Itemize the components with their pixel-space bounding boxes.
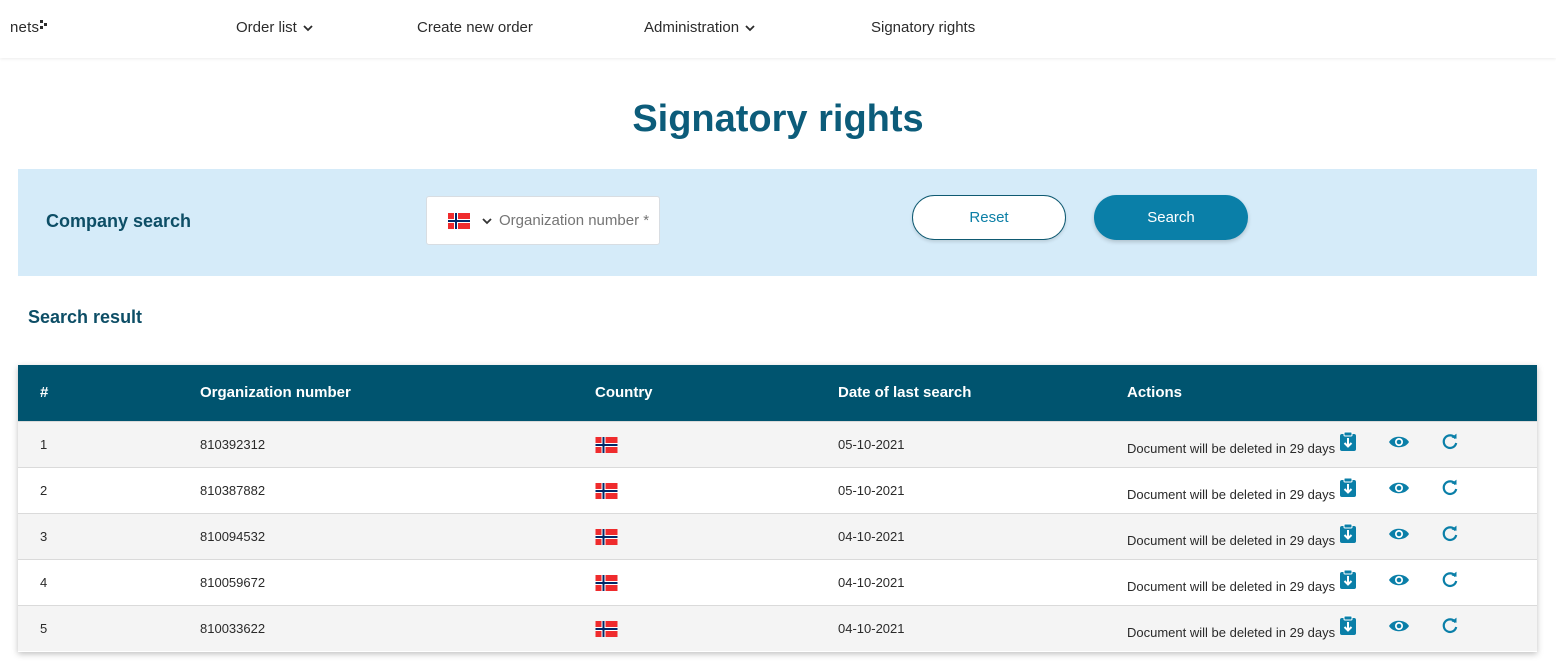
norway-flag-icon [595, 437, 618, 453]
nav-administration-label: Administration [644, 19, 740, 36]
row-organization-number: 810033622 [200, 621, 266, 636]
download-document-icon[interactable] [1339, 523, 1357, 544]
country-dropdown-chevron-icon[interactable] [481, 215, 493, 227]
row-document-status: Document will be deleted in 29 days [1127, 579, 1336, 594]
page-title: Signatory rights [632, 98, 924, 140]
row-number: 1 [40, 437, 48, 452]
row-country [595, 483, 618, 502]
norway-flag-icon [595, 529, 618, 545]
column-header-date: Date of last search [838, 384, 972, 401]
table-row: 5 810033622 04-10-2021 Document will be … [18, 605, 1537, 651]
table-row: 4 810059672 04-10-2021 Document will be … [18, 559, 1537, 605]
refresh-icon[interactable] [1441, 432, 1459, 450]
refresh-icon[interactable] [1441, 570, 1459, 588]
row-date-of-last-search: 04-10-2021 [838, 575, 905, 590]
search-result-label: Search result [28, 307, 143, 327]
table-row: 2 810387882 05-10-2021 Document will be … [18, 467, 1537, 513]
row-document-status: Document will be deleted in 29 days [1127, 533, 1336, 548]
row-country [595, 529, 618, 548]
nav-signatory-rights[interactable]: Signatory rights [871, 19, 975, 36]
company-search-label: Company search [46, 211, 192, 231]
column-header-number: # [40, 384, 49, 401]
row-document-status: Document will be deleted in 29 days [1127, 487, 1336, 502]
organization-number-input[interactable] [499, 212, 659, 229]
refresh-icon[interactable] [1441, 616, 1459, 634]
chevron-down-icon [303, 24, 313, 31]
row-document-status: Document will be deleted in 29 days [1127, 441, 1336, 456]
logo-dots-icon [40, 19, 48, 29]
company-search-panel: Company search Reset Search [18, 169, 1537, 276]
row-number: 3 [40, 529, 48, 544]
table-body: 1 810392312 05-10-2021 Document will be … [18, 421, 1537, 651]
view-eye-icon[interactable] [1388, 480, 1410, 496]
reset-button[interactable]: Reset [912, 195, 1066, 240]
nav-order-list[interactable]: Order list [236, 19, 314, 36]
download-document-icon[interactable] [1339, 431, 1357, 452]
nav-create-new-order-label: Create new order [417, 19, 533, 36]
column-header-organization-number: Organization number [200, 384, 351, 401]
refresh-icon[interactable] [1441, 478, 1459, 496]
table-row: 3 810094532 04-10-2021 Document will be … [18, 513, 1537, 559]
row-document-status: Document will be deleted in 29 days [1127, 625, 1336, 640]
view-eye-icon[interactable] [1388, 618, 1410, 634]
results-table: # Organization number Country Date of la… [18, 365, 1537, 652]
row-organization-number: 810094532 [200, 529, 266, 544]
row-organization-number: 810387882 [200, 483, 266, 498]
column-header-country: Country [595, 384, 653, 401]
row-date-of-last-search: 05-10-2021 [838, 483, 905, 498]
row-organization-number: 810059672 [200, 575, 266, 590]
nav-order-list-label: Order list [236, 19, 297, 36]
row-country [595, 621, 618, 640]
logo-text: nets [10, 19, 40, 36]
view-eye-icon[interactable] [1388, 434, 1410, 450]
norway-flag-icon[interactable] [447, 212, 471, 229]
top-navigation: nets Order list Create new order Adminis… [0, 0, 1556, 58]
row-date-of-last-search: 04-10-2021 [838, 621, 905, 636]
row-number: 4 [40, 575, 48, 590]
organization-number-field[interactable] [426, 196, 660, 245]
row-date-of-last-search: 05-10-2021 [838, 437, 905, 452]
column-header-actions: Actions [1127, 384, 1183, 401]
row-country [595, 437, 618, 456]
nav-signatory-rights-label: Signatory rights [871, 19, 976, 36]
row-organization-number: 810392312 [200, 437, 266, 452]
download-document-icon[interactable] [1339, 569, 1357, 590]
table-header: # Organization number Country Date of la… [18, 365, 1537, 421]
row-date-of-last-search: 04-10-2021 [838, 529, 905, 544]
nav-administration[interactable]: Administration [644, 19, 756, 36]
row-number: 5 [40, 621, 48, 636]
view-eye-icon[interactable] [1388, 572, 1410, 588]
nets-logo[interactable]: nets [10, 19, 48, 36]
table-row: 1 810392312 05-10-2021 Document will be … [18, 421, 1537, 467]
nav-create-new-order[interactable]: Create new order [417, 19, 533, 36]
norway-flag-icon [595, 621, 618, 637]
download-document-icon[interactable] [1339, 477, 1357, 498]
download-document-icon[interactable] [1339, 615, 1357, 636]
norway-flag-icon [595, 575, 618, 591]
view-eye-icon[interactable] [1388, 526, 1410, 542]
row-country [595, 575, 618, 594]
chevron-down-icon [745, 24, 755, 31]
refresh-icon[interactable] [1441, 524, 1459, 542]
row-number: 2 [40, 483, 48, 498]
search-button[interactable]: Search [1094, 195, 1248, 240]
norway-flag-icon [595, 483, 618, 499]
